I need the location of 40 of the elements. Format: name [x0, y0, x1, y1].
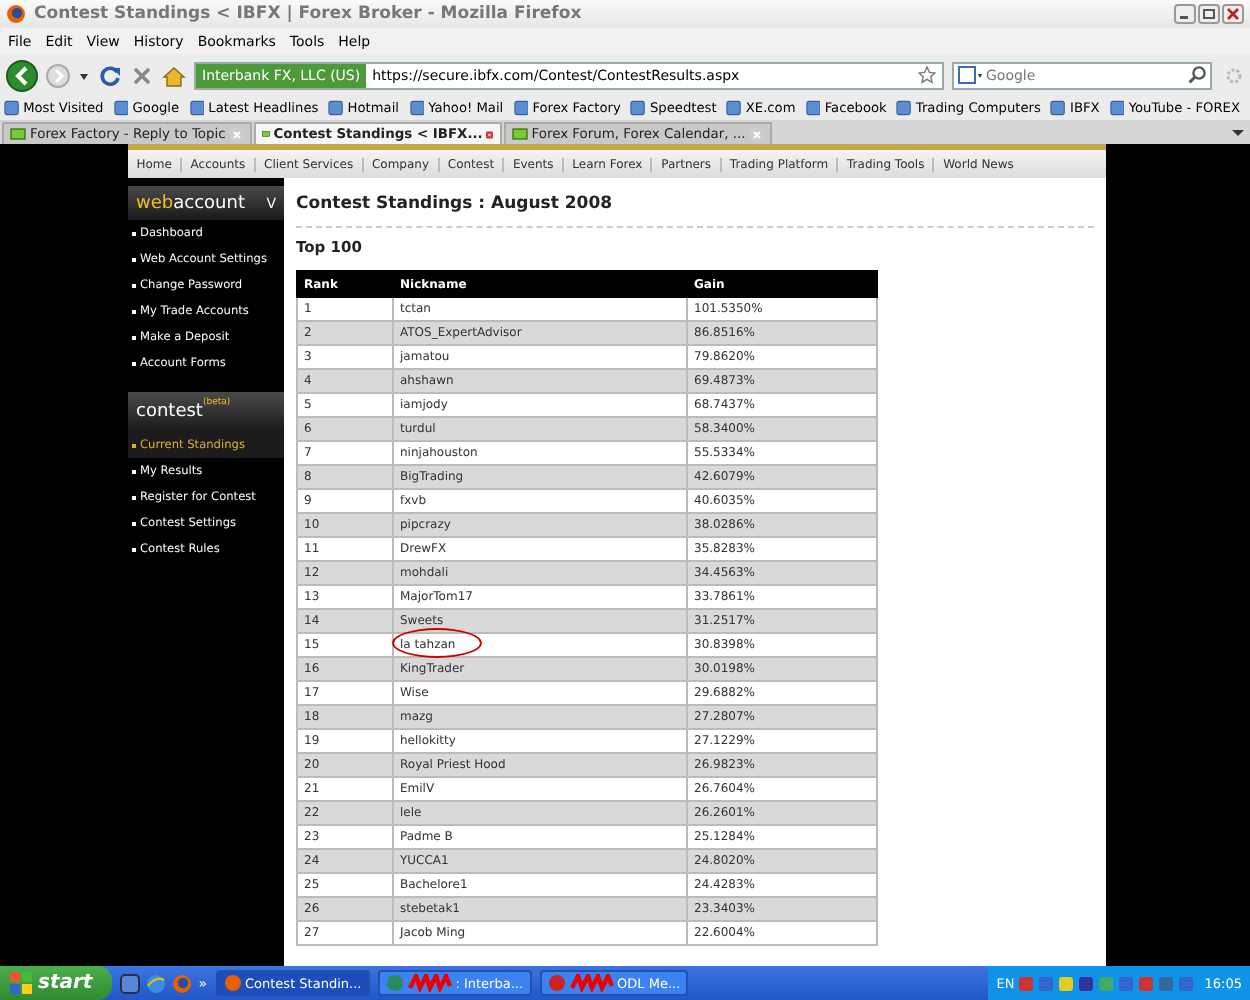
tab-icon	[261, 128, 270, 140]
firefox-icon	[6, 4, 26, 24]
app-icon	[547, 974, 566, 992]
home-button[interactable]	[162, 63, 186, 87]
app-icon	[385, 974, 404, 992]
tab-list-button[interactable]	[1230, 124, 1246, 140]
sidebar-title: contest	[136, 402, 203, 422]
close-button[interactable]	[1222, 4, 1244, 24]
bookmark-icon[interactable]	[1050, 100, 1066, 116]
page-heading: Contest Standings : August 2008	[296, 178, 1094, 228]
activity-icon	[1224, 65, 1244, 85]
minimize-button[interactable]	[1174, 4, 1196, 24]
bookmark-icon[interactable]	[630, 100, 646, 116]
bookmark-icon[interactable]	[805, 100, 821, 116]
bookmark-icon[interactable]	[726, 100, 742, 116]
search-icon[interactable]	[1188, 66, 1206, 84]
bookmark-icon[interactable]	[896, 100, 912, 116]
tab-icon	[511, 128, 528, 140]
bookmark-icon[interactable]	[113, 100, 129, 116]
sidebar-title: account	[173, 193, 245, 213]
bookmark-icon[interactable]	[189, 100, 205, 116]
bookmark-icon[interactable]	[513, 100, 529, 116]
back-button[interactable]	[6, 59, 38, 91]
sidebar-title-prefix: web	[136, 193, 174, 213]
reload-button[interactable]	[98, 63, 122, 87]
bookmark-icon[interactable]	[328, 100, 344, 116]
tab-close-button[interactable]	[486, 127, 494, 141]
browser-icon[interactable]	[146, 973, 167, 993]
app-icon	[223, 974, 241, 992]
bookmark-icon[interactable]	[1109, 100, 1125, 116]
windows-logo-icon	[10, 972, 32, 994]
stop-button[interactable]	[130, 63, 154, 87]
maximize-button[interactable]	[1198, 4, 1220, 24]
tab-icon	[10, 128, 26, 140]
search-engine-icon[interactable]	[958, 66, 982, 84]
bookmark-star-icon[interactable]	[918, 66, 936, 84]
bookmark-icon[interactable]	[409, 100, 425, 116]
desktop-icon[interactable]	[120, 973, 141, 993]
bookmark-icon[interactable]	[4, 100, 20, 116]
window-title: Contest Standings < IBFX | Forex Broker - Mozilla Firefox	[34, 4, 584, 24]
